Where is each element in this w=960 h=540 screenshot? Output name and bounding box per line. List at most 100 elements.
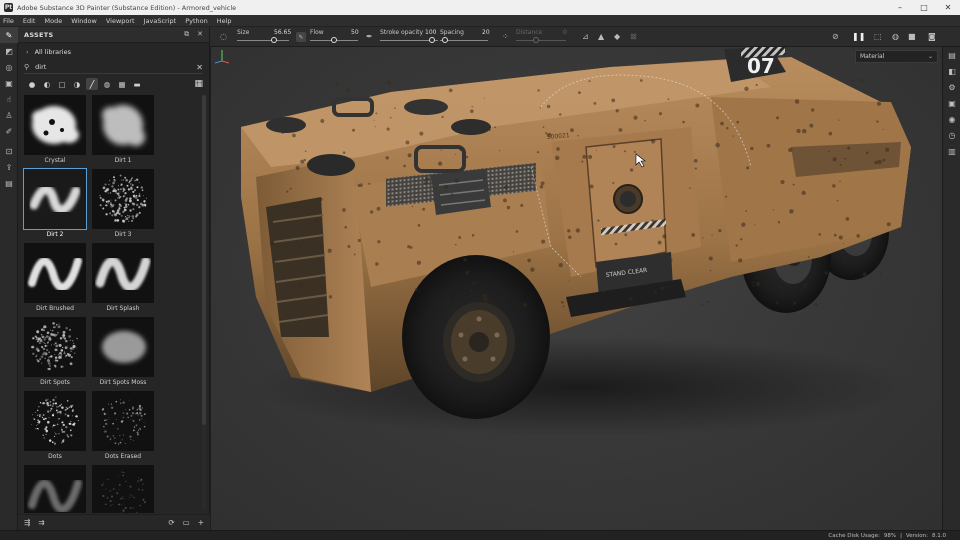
paint-brush-icon[interactable]: ✎ [0,27,18,43]
add-library-icon[interactable]: ⇶ [24,518,30,527]
material-mode-dropdown[interactable]: Material ⌄ [855,50,938,63]
asset-partial[interactable] [90,465,156,513]
distance-slider-handle[interactable] [533,37,539,43]
cache-label: Cache Disk Usage: [828,532,880,539]
grid-view-icon[interactable]: ▦ [194,79,203,89]
close-panel-icon[interactable]: ✕ [197,30,203,39]
menu-window[interactable]: Window [71,17,97,25]
screenshot-icon[interactable]: ◙ [928,32,936,41]
distance-value[interactable]: 0 [563,29,567,36]
color-picker-icon[interactable]: ✐ [0,123,18,139]
stroke-opacity-slider-handle[interactable] [429,37,435,43]
refresh-icon[interactable]: ⟳ [168,518,174,527]
asset-dirt-3[interactable]: Dirt 3 [90,169,156,243]
eraser-icon[interactable]: ◩ [0,43,18,59]
shader-settings-icon[interactable]: ⚙ [943,79,960,95]
asset-thumbnails: Crystal Dirt 1 Dirt 2 Dirt 3 Dirt Brushe… [22,95,200,513]
asset-dirt-spots-moss[interactable]: Dirt Spots Moss [90,317,156,391]
filter-brushes-icon[interactable]: ╱ [86,78,98,90]
spacing-slider-handle[interactable] [442,37,448,43]
asset-dirt-2[interactable]: Dirt 2 [22,168,88,243]
display-settings-icon[interactable]: ▣ [943,95,960,111]
filter-environments-icon[interactable]: ▬ [131,78,143,90]
hide-selection-icon[interactable]: ⊘ [832,32,839,41]
polygon-fill-icon[interactable]: ▣ [0,75,18,91]
filter-textures-icon[interactable]: ▢ [56,78,68,90]
projection-icon[interactable]: ◎ [0,59,18,75]
pressure-flow-icon[interactable]: ✎ [296,32,306,42]
chevron-down-icon: ⌄ [927,53,933,60]
asset-dirt-spots[interactable]: Dirt Spots [22,317,88,391]
asset-brush-partial[interactable] [22,465,88,513]
minimize-button[interactable]: – [888,0,912,15]
pause-render-icon[interactable]: ❚❚ [852,32,865,41]
menu-file[interactable]: File [3,17,14,25]
filter-alphas-icon[interactable]: ▦ [116,78,128,90]
armored-vehicle-render: STAND CLEAR S00021 07 [241,47,911,437]
undock-icon[interactable]: ⧉ [184,30,189,39]
menu-edit[interactable]: Edit [23,17,36,25]
lazy-mouse-icon[interactable]: ⁘ [502,32,509,41]
asset-dirt-brushed[interactable]: Dirt Brushed [22,243,88,317]
new-folder-icon[interactable]: ▭ [183,518,190,527]
distance-slider[interactable] [516,40,566,41]
size-slider-handle[interactable] [271,37,277,43]
smart-fill-icon[interactable]: ◆ [614,32,620,41]
search-input[interactable] [35,63,186,71]
mirror-icon[interactable]: ▲ [598,32,604,41]
save-icon[interactable]: ▤ [0,175,18,191]
filter-particles-icon[interactable]: ◍ [101,78,113,90]
scrollbar-thumb[interactable] [202,95,206,425]
size-slider[interactable] [237,40,289,41]
video-record-icon[interactable]: ■ [908,32,916,41]
menu-viewport[interactable]: Viewport [106,17,135,25]
3d-viewport[interactable]: STAND CLEAR S00021 07 [211,47,942,530]
assets-title: ASSETS [24,30,54,39]
library-selector[interactable]: › All libraries [18,43,209,61]
menu-bar: File Edit Mode Window Viewport JavaScrip… [0,15,960,27]
menu-python[interactable]: Python [185,17,208,25]
thumbnail-image [24,243,86,303]
clear-search-icon[interactable]: ✕ [196,63,203,72]
size-value[interactable]: 56.65 [274,29,291,36]
layers-icon[interactable]: ◧ [943,63,960,79]
stroke-pen-icon[interactable]: ✒ [366,32,373,41]
flow-value[interactable]: 50 [351,29,359,36]
import-icon[interactable]: ⇉ [38,518,44,527]
window-title: Adobe Substance 3D Painter (Substance Ed… [17,3,237,12]
log-icon[interactable]: ▥ [943,143,960,159]
asset-dots[interactable]: Dots [22,391,88,465]
maximize-button[interactable]: □ [912,0,936,15]
brush-size-icon[interactable]: ◌ [220,32,227,41]
smudge-icon[interactable]: ☝ [0,91,18,107]
filter-smart-materials-icon[interactable]: ◐ [41,78,53,90]
symmetry-icon[interactable]: ⊿ [582,32,589,41]
flow-slider-handle[interactable] [331,37,337,43]
filter-filters-icon[interactable]: ◑ [71,78,83,90]
environment-icon[interactable]: ◍ [892,32,899,41]
texture-set-settings-icon[interactable]: ◉ [943,111,960,127]
export-icon[interactable]: ⇪ [0,159,18,175]
asset-dots-erased[interactable]: Dots Erased [90,391,156,465]
bake-icon[interactable]: ⊡ [0,143,18,159]
spacing-value[interactable]: 20 [482,29,490,36]
clone-icon[interactable]: ♙ [0,107,18,123]
grid-snap-icon[interactable]: ⊠ [630,32,637,41]
asset-crystal[interactable]: Crystal [22,95,88,169]
add-icon[interactable]: + [198,518,204,527]
right-toolbar: ▤ ◧ ⚙ ▣ ◉ ◷ ▥ [942,47,960,530]
window-controls: – □ ✕ [888,0,960,15]
stroke-opacity-value[interactable]: 100 [425,29,436,36]
texture-set-list-icon[interactable]: ▤ [943,47,960,63]
history-icon[interactable]: ◷ [943,127,960,143]
asset-label: Dirt 2 [46,231,64,238]
menu-javascript[interactable]: JavaScript [144,17,177,25]
asset-dirt-splash[interactable]: Dirt Splash [90,243,156,317]
spacing-property: Spacing 20 [440,29,490,36]
menu-help[interactable]: Help [217,17,232,25]
camera-view-icon[interactable]: ⬚ [874,32,882,41]
close-button[interactable]: ✕ [936,0,960,15]
menu-mode[interactable]: Mode [44,17,62,25]
filter-materials-icon[interactable]: ● [26,78,38,90]
asset-dirt-1[interactable]: Dirt 1 [90,95,156,169]
